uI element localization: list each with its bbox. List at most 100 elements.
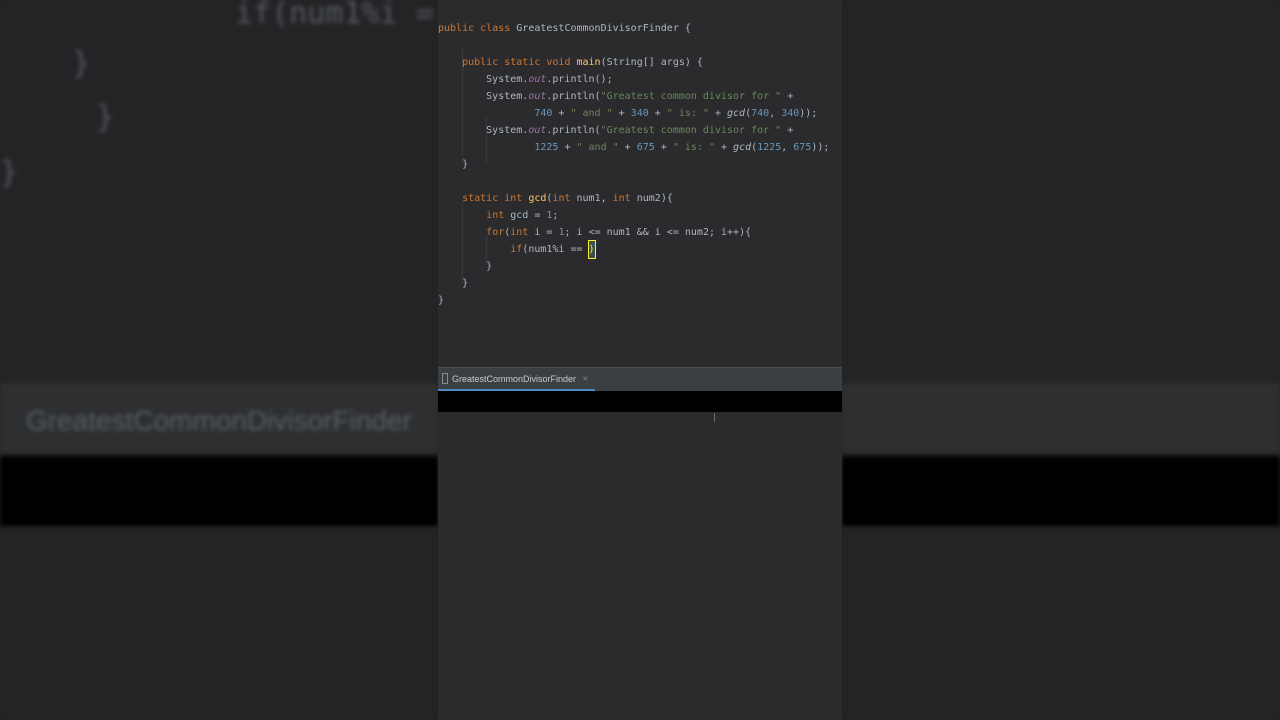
background-tab-label: GreatestCommonDivisorFinder (26, 405, 412, 436)
code-line: for(int i = 1; i <= num1 && i <= num2; i… (438, 224, 829, 241)
code-line: public static void main(String[] args) { (438, 54, 829, 71)
code-token: .println(); (546, 74, 613, 85)
code-token: ; (552, 210, 559, 221)
code-token: + (612, 108, 631, 119)
code-token: num2){ (636, 193, 673, 204)
code-token: i = (534, 227, 559, 238)
code-token: " is: " (666, 108, 709, 119)
code-token: public static void (462, 57, 577, 68)
code-token: 1225 (757, 142, 782, 153)
code-token: , (781, 142, 794, 153)
code-token: 675 (636, 142, 655, 153)
code-token: 1225 (534, 142, 559, 153)
code-token: + (558, 142, 577, 153)
code-token: (num1%i == (522, 244, 589, 255)
code-token: GreatestCommonDivisorFinder { (516, 23, 691, 34)
code-token: gcd (528, 193, 547, 204)
console-header-bar (438, 391, 842, 412)
code-token: " and " (576, 142, 619, 153)
code-token: System. (438, 74, 529, 85)
background-code-line: } (0, 155, 19, 190)
background-code-line: } (0, 46, 91, 81)
code-token: } (438, 261, 493, 272)
code-token: )); (811, 142, 830, 153)
code-token: for (486, 227, 505, 238)
code-token: System. (438, 125, 529, 136)
code-line: 1225 + " and " + 675 + " is: " + gcd(122… (438, 139, 829, 156)
text-cursor-icon (714, 413, 715, 422)
code-token: gcd (733, 142, 752, 153)
code-token: 740 (751, 108, 770, 119)
background-left: if(num1%i = } } } GreatestCommonDivisorF… (0, 0, 438, 720)
code-token: 340 (781, 108, 800, 119)
code-token: + (552, 108, 571, 119)
close-icon[interactable]: × (582, 374, 589, 383)
code-token: (String[] args) { (600, 57, 703, 68)
code-token: + (654, 142, 673, 153)
code-token: out (528, 125, 547, 136)
code-token: gcd = (510, 210, 547, 221)
run-tab[interactable]: GreatestCommonDivisorFinder × (438, 368, 595, 391)
background-tab-band (842, 383, 1280, 453)
run-tool-window-tabbar: GreatestCommonDivisorFinder × (438, 367, 842, 391)
code-token: gcd (727, 108, 746, 119)
background-console-bar (842, 456, 1280, 526)
code-token: System. (438, 91, 529, 102)
code-token: int (612, 193, 637, 204)
code-token: + (618, 142, 637, 153)
code-line: int gcd = 1; (438, 207, 829, 224)
code-token: + (781, 125, 794, 136)
code-token: public class (438, 23, 517, 34)
code-token: int (510, 227, 535, 238)
code-editor[interactable]: public class GreatestCommonDivisorFinder… (438, 0, 842, 367)
code-token: 740 (534, 108, 553, 119)
code-line: System.out.println("Greatest common divi… (438, 88, 829, 105)
class-file-icon (442, 373, 448, 384)
code-line: 740 + " and " + 340 + " is: " + gcd(740,… (438, 105, 829, 122)
code-token: + (708, 108, 728, 119)
code-token: num1, (576, 193, 613, 204)
code-token: .println( (546, 125, 601, 136)
code-token: int (552, 193, 577, 204)
code-lines: public class GreatestCommonDivisorFinder… (438, 20, 829, 309)
code-line: } (438, 156, 829, 173)
run-tab-label: GreatestCommonDivisorFinder (452, 373, 577, 384)
console-output[interactable] (438, 412, 842, 720)
code-token: 675 (793, 142, 812, 153)
code-line: } (438, 292, 829, 309)
code-line: } (438, 258, 829, 275)
code-token: out (528, 74, 547, 85)
code-token: + (648, 108, 667, 119)
code-token: ; i <= num1 && i <= num2; i++){ (564, 227, 752, 238)
code-token: static int (462, 193, 529, 204)
text-caret: ) (587, 240, 596, 259)
code-token: out (528, 91, 547, 102)
code-token: "Greatest common divisor for " (600, 125, 782, 136)
code-token: } (438, 159, 469, 170)
code-line: System.out.println(); (438, 71, 829, 88)
code-token: int (486, 210, 511, 221)
background-code-line: } (60, 100, 115, 135)
code-token: , (769, 108, 782, 119)
background-code-line: if(num1%i = (235, 0, 434, 31)
code-token: + (714, 142, 734, 153)
background-console-bar (0, 456, 438, 526)
code-token: )); (799, 108, 818, 119)
code-token: if (510, 244, 523, 255)
code-line: if(num1%i == ) (438, 240, 829, 259)
code-token: "Greatest common divisor for " (600, 91, 782, 102)
code-token: " is: " (672, 142, 715, 153)
code-token: + (781, 91, 794, 102)
ide-window: public class GreatestCommonDivisorFinder… (438, 0, 842, 720)
code-token: } (438, 295, 445, 306)
code-token: } (438, 278, 469, 289)
